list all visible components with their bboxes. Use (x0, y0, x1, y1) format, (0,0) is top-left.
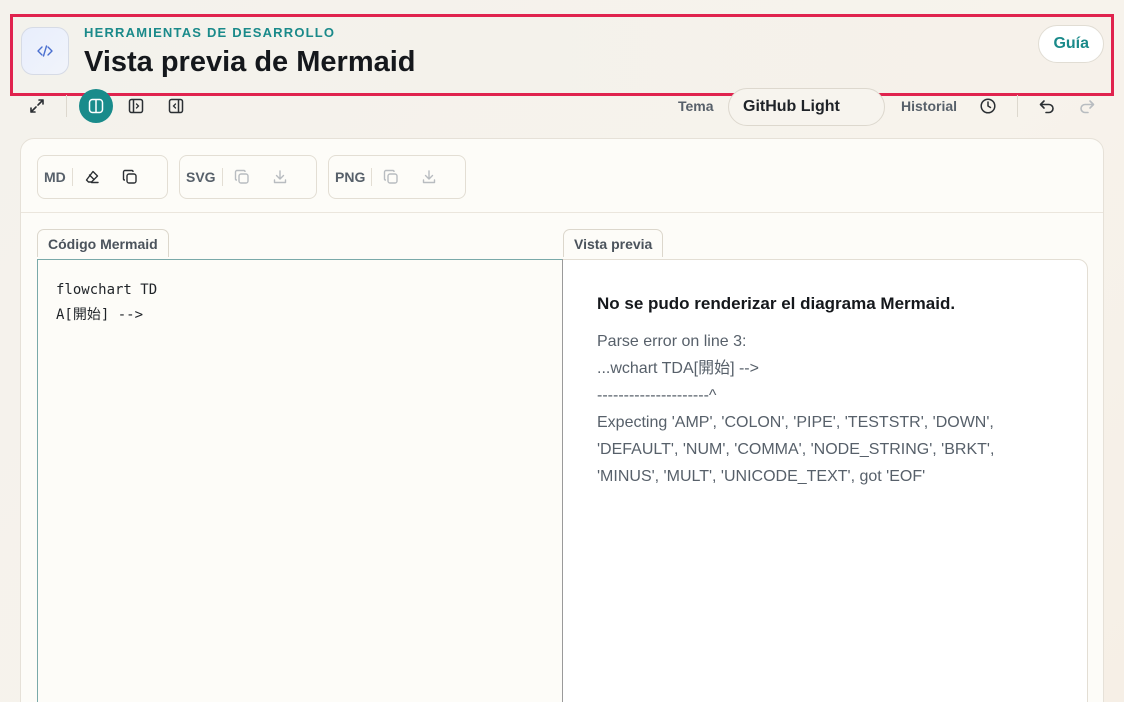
eraser-icon[interactable] (73, 155, 111, 199)
error-line: ...wchart TDA[開始] --> (597, 360, 759, 377)
preview-only-icon[interactable] (163, 93, 189, 119)
copy-icon[interactable] (372, 155, 410, 199)
svg-label: SVG (186, 169, 216, 185)
workspace-panel: MD SVG PNG Código Mermaid Vista previa f… (20, 138, 1104, 702)
page-eyebrow: HERRAMIENTAS DE DESARROLLO (84, 25, 336, 40)
download-icon[interactable] (410, 155, 448, 199)
download-icon[interactable] (261, 155, 299, 199)
editor-only-icon[interactable] (123, 93, 149, 119)
undo-icon[interactable] (1034, 93, 1060, 119)
copy-icon[interactable] (111, 155, 149, 199)
md-label: MD (44, 169, 66, 185)
theme-select[interactable]: GitHub Light (728, 88, 885, 126)
expand-icon[interactable] (24, 93, 50, 119)
page-header: HERRAMIENTAS DE DESARROLLO Vista previa … (10, 14, 1114, 96)
error-line: Parse error on line 3: (597, 333, 747, 350)
tab-code[interactable]: Código Mermaid (37, 229, 169, 257)
tab-preview[interactable]: Vista previa (563, 229, 664, 257)
preview-pane: No se pudo renderizar el diagrama Mermai… (562, 259, 1088, 702)
error-title: No se pudo renderizar el diagrama Mermai… (597, 294, 956, 313)
page-title: Vista previa de Mermaid (84, 46, 416, 78)
svg-action-group: SVG (179, 155, 317, 199)
toolbar: Tema GitHub Light Historial (0, 88, 1124, 126)
clock-icon[interactable] (975, 93, 1001, 119)
code-line: A[開始] --> (56, 307, 144, 323)
history-label: Historial (901, 98, 958, 114)
png-action-group: PNG (328, 155, 466, 199)
md-action-group: MD (37, 155, 168, 199)
redo-icon[interactable] (1074, 93, 1100, 119)
copy-icon[interactable] (223, 155, 261, 199)
toolbar-divider (66, 95, 67, 117)
code-editor[interactable]: flowchart TD A[開始] --> (37, 259, 563, 702)
error-line: 'DEFAULT', 'NUM', 'COMMA', 'NODE_STRING'… (597, 441, 995, 458)
error-line: ---------------------^ (597, 387, 717, 404)
error-line: Expecting 'AMP', 'COLON', 'PIPE', 'TESTS… (597, 414, 994, 431)
code-line: flowchart TD (56, 282, 158, 298)
png-label: PNG (335, 169, 366, 185)
error-line: 'MINUS', 'MULT', 'UNICODE_TEXT', got 'EO… (597, 468, 926, 485)
guide-button[interactable]: Guía (1038, 25, 1104, 63)
export-toolbar: MD SVG PNG (21, 139, 1103, 213)
pane-divider[interactable] (562, 259, 563, 702)
split-view-icon[interactable] (79, 89, 113, 123)
theme-label: Tema (678, 98, 714, 114)
code-icon (21, 27, 69, 75)
toolbar-divider (1017, 95, 1018, 117)
